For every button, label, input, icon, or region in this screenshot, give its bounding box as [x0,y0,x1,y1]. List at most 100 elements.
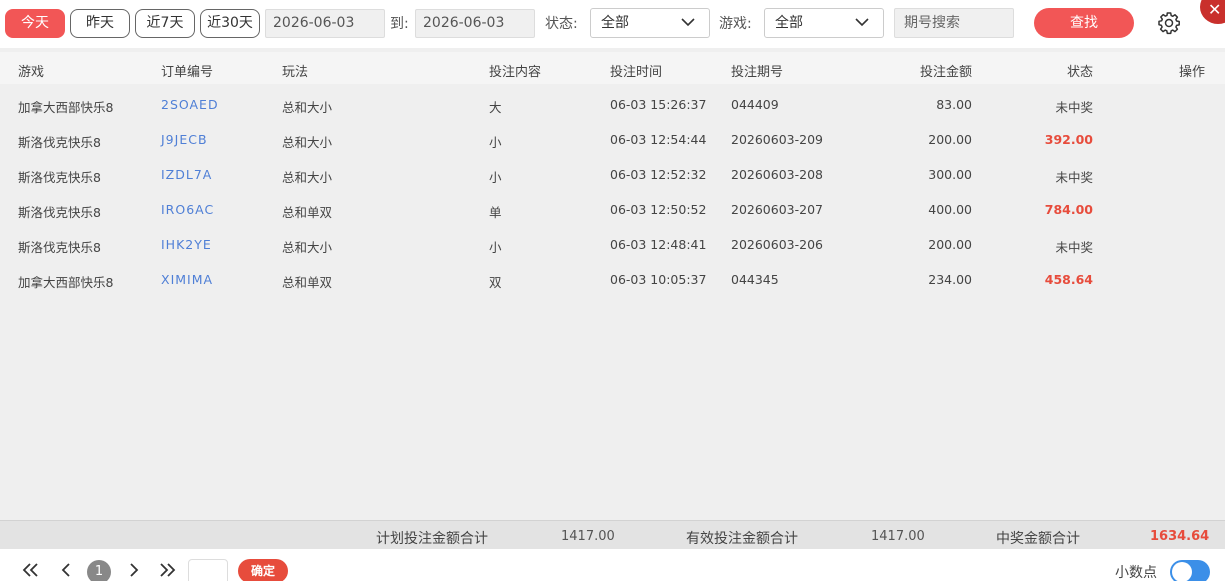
status-label: 状态: [545,16,578,32]
cell-status: 784.00 [1044,202,1093,217]
col-play: 玩法 [282,65,309,80]
cell-game: 斯洛伐克快乐8 [18,170,101,185]
range-30days-button[interactable]: 近30天 [200,9,260,38]
cell-order-link[interactable]: IHK2YE [161,237,212,252]
cell-period: 20260603-206 [731,237,823,252]
game-label: 游戏: [719,16,752,32]
cell-amount: 200.00 [928,132,972,147]
cell-amount: 300.00 [928,167,972,182]
find-button[interactable]: 查找 [1034,8,1134,38]
cell-time: 06-03 15:26:37 [610,97,707,112]
cell-period: 20260603-207 [731,202,823,217]
cell-play: 总和单双 [282,275,333,290]
close-button[interactable]: ✕ [1200,0,1225,24]
first-page-icon[interactable] [21,561,41,579]
cell-status: 未中奖 [1055,170,1093,185]
page-jump-input[interactable] [188,559,228,581]
col-action: 操作 [1178,65,1205,80]
cell-period: 044409 [731,97,779,112]
status-select[interactable]: 全部 [590,8,710,38]
date-from-input[interactable]: 2026-06-03 [265,9,385,38]
next-page-icon[interactable] [124,561,144,579]
cell-play: 总和大小 [282,170,333,185]
cell-time: 06-03 12:52:32 [610,167,707,182]
period-search-input[interactable]: 期号搜索 [894,8,1014,38]
chevron-down-icon [681,18,695,27]
cell-amount: 400.00 [928,202,972,217]
cell-content: 大 [489,100,502,115]
cell-period: 20260603-209 [731,132,823,147]
status-select-value: 全部 [601,15,629,31]
cell-play: 总和单双 [282,205,333,220]
cell-game: 加拿大西部快乐8 [18,275,114,290]
last-page-icon[interactable] [157,561,177,579]
prev-page-icon[interactable] [56,561,76,579]
cell-order-link[interactable]: 2SOAED [161,97,219,112]
range-7days-button[interactable]: 近7天 [135,9,195,38]
cell-status: 未中奖 [1055,100,1093,115]
cell-order-link[interactable]: XIMIMA [161,272,213,287]
cell-period: 044345 [731,272,779,287]
cell-content: 小 [489,170,502,185]
date-to-input[interactable]: 2026-06-03 [415,9,535,38]
col-amount: 投注金额 [919,65,972,80]
planned-total-label: 计划投注金额合计 [376,531,488,547]
range-yesterday-button[interactable]: 昨天 [70,9,130,38]
table-row: 斯洛伐克快乐8 IZDL7A 总和大小 小 06-03 12:52:32 202… [0,156,1225,191]
cell-play: 总和大小 [282,240,333,255]
table-row: 斯洛伐克快乐8 IRO6AC 总和单双 单 06-03 12:50:52 202… [0,191,1225,226]
cell-game: 加拿大西部快乐8 [18,100,114,115]
cell-game: 斯洛伐克快乐8 [18,240,101,255]
valid-total-label: 有效投注金额合计 [686,531,798,547]
decimal-toggle-label: 小数点 [1115,565,1157,581]
cell-time: 06-03 12:54:44 [610,132,707,147]
win-total-value: 1634.64 [1150,529,1210,544]
filter-toolbar: 今天 昨天 近7天 近30天 2026-06-03 到: 2026-06-03 … [0,0,1225,48]
cell-order-link[interactable]: IRO6AC [161,202,214,217]
cell-order-link[interactable]: J9JECB [161,132,208,147]
col-time: 投注时间 [610,65,663,80]
cell-status: 458.64 [1044,272,1093,287]
col-content: 投注内容 [489,65,542,80]
cell-order-link[interactable]: IZDL7A [161,167,212,182]
valid-total-value: 1417.00 [871,529,925,544]
cell-amount: 200.00 [928,237,972,252]
close-icon: ✕ [1208,0,1222,19]
cell-status: 392.00 [1044,132,1093,147]
date-to-label: 到: [390,16,409,32]
gear-icon[interactable] [1157,11,1181,35]
cell-period: 20260603-208 [731,167,823,182]
toggle-knob [1172,562,1192,581]
planned-total-value: 1417.00 [561,529,615,544]
win-total-label: 中奖金额合计 [996,531,1080,547]
cell-play: 总和大小 [282,135,333,150]
col-game: 游戏 [18,65,45,80]
cell-amount: 83.00 [936,97,972,112]
game-select-value: 全部 [775,15,803,31]
range-today-button[interactable]: 今天 [5,9,65,38]
table-row: 加拿大西部快乐8 2SOAED 总和大小 大 06-03 15:26:37 04… [0,86,1225,121]
cell-game: 斯洛伐克快乐8 [18,135,101,150]
summary-bar: 计划投注金额合计 1417.00 有效投注金额合计 1417.00 中奖金额合计… [0,520,1225,549]
cell-content: 单 [489,205,502,220]
cell-content: 小 [489,240,502,255]
cell-time: 06-03 12:50:52 [610,202,707,217]
chevron-down-icon [855,18,869,27]
table-header: 游戏 订单编号 玩法 投注内容 投注时间 投注期号 投注金额 状态 操作 [0,52,1225,84]
col-status: 状态 [1066,65,1093,80]
cell-time: 06-03 12:48:41 [610,237,707,252]
cell-time: 06-03 10:05:37 [610,272,707,287]
table-row: 加拿大西部快乐8 XIMIMA 总和单双 双 06-03 10:05:37 04… [0,261,1225,296]
cell-content: 小 [489,135,502,150]
game-select[interactable]: 全部 [764,8,884,38]
cell-content: 双 [489,275,502,290]
col-period: 投注期号 [731,65,784,80]
page-jump-confirm-button[interactable]: 确定 [238,559,288,581]
pagination: 1 确定 小数点 [0,549,1225,581]
page-number-current[interactable]: 1 [87,560,111,581]
decimal-toggle[interactable] [1170,560,1210,581]
col-order: 订单编号 [161,65,214,80]
cell-game: 斯洛伐克快乐8 [18,205,101,220]
cell-amount: 234.00 [928,272,972,287]
cell-status: 未中奖 [1055,240,1093,255]
